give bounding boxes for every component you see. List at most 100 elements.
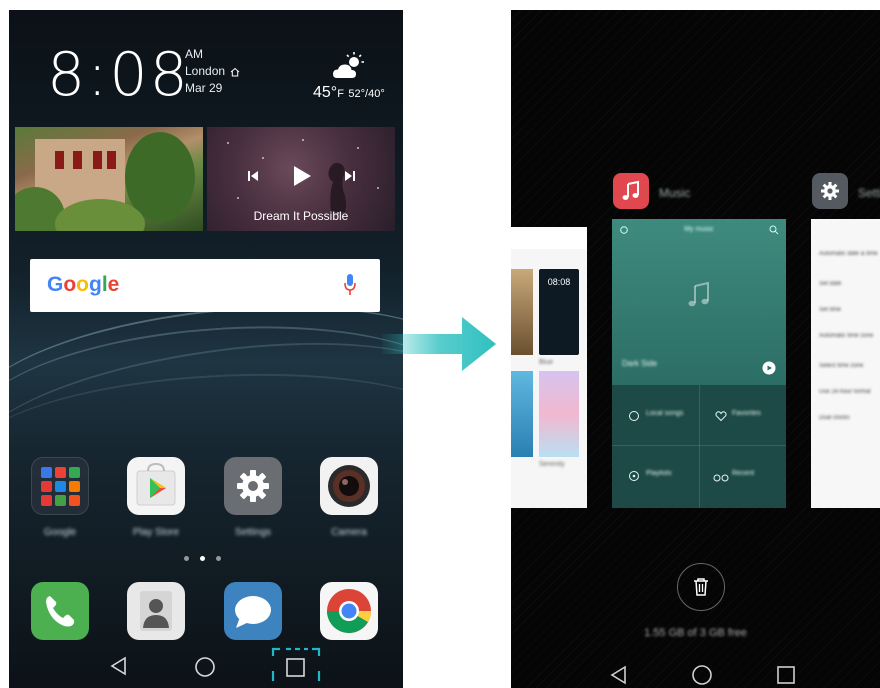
previous-icon[interactable]: [247, 170, 259, 182]
star: [357, 147, 359, 149]
theme-thumb-sky: [511, 371, 533, 457]
settings-row: Set date: [819, 281, 842, 287]
home-button-icon[interactable]: [194, 656, 216, 678]
weather-range: 52°/40°: [348, 88, 385, 100]
settings-row: Select time zone: [819, 363, 864, 369]
app-label-settings: Settings: [234, 527, 272, 538]
recent-apps-icon[interactable]: [777, 666, 795, 684]
play-store-bag-icon: [136, 462, 176, 506]
clock-ampm: AM: [185, 47, 203, 61]
navigation-bar: [9, 644, 403, 688]
home-screen: 8:08 AM London Mar 29 45°F 52°/40° Dream…: [9, 10, 403, 688]
trash-icon: [694, 578, 708, 596]
weather-temp-value: 45°: [313, 84, 338, 101]
star: [302, 139, 304, 141]
clock-date: Mar 29: [185, 81, 223, 95]
playlists-icon[interactable]: [628, 470, 640, 482]
app-label-google: Google: [43, 527, 77, 538]
page-indicator[interactable]: [184, 556, 221, 561]
menu-playlists[interactable]: Playlists: [646, 470, 672, 477]
settings-app-icon[interactable]: [812, 173, 848, 209]
theme-label-serenity: Serenity: [539, 461, 565, 468]
gear-icon: [821, 182, 839, 200]
play-store-icon[interactable]: [127, 457, 185, 515]
clock-time[interactable]: 8:08: [47, 40, 190, 110]
settings-row: Use 24-hour format: [819, 389, 871, 395]
mic-icon[interactable]: [344, 273, 356, 297]
page-dot-active[interactable]: [200, 556, 205, 561]
play-icon[interactable]: [762, 361, 776, 375]
chrome-icon: [327, 589, 371, 633]
recent-card-music[interactable]: My music Dark Side Local songs Favorites…: [612, 219, 786, 508]
transition-arrow: [382, 317, 496, 371]
home-button-icon[interactable]: [691, 664, 713, 686]
back-icon[interactable]: [109, 656, 129, 676]
app-label-camera: Camera: [331, 527, 367, 538]
theme-thumb-blue: 08:08: [539, 269, 579, 355]
contacts-app-icon[interactable]: [127, 582, 185, 640]
contacts-icon: [140, 591, 172, 631]
chrome-app-icon[interactable]: [320, 582, 378, 640]
recent-card-settings[interactable]: Automatic date & time Set date Set time …: [811, 219, 880, 508]
star: [262, 157, 264, 159]
google-folder-icon[interactable]: [31, 457, 89, 515]
music-menu: Local songs Favorites Playlists Recent: [612, 385, 786, 508]
photo-widget[interactable]: [15, 127, 203, 231]
page-dot[interactable]: [184, 556, 189, 561]
messages-icon: [235, 596, 271, 628]
phone-app-icon[interactable]: [31, 582, 89, 640]
music-note-icon: [688, 281, 709, 307]
theme-thumb-gold: [511, 269, 533, 355]
nebula-pillar: [328, 162, 346, 212]
theme-label-blue: Blue: [539, 359, 554, 366]
song-title: Dream It Possible: [253, 209, 349, 223]
photo-window: [73, 151, 82, 169]
settings-row: Automatic time zone: [819, 333, 874, 339]
play-icon[interactable]: [291, 165, 313, 187]
clock-city: London: [185, 64, 226, 78]
menu-local-songs[interactable]: Local songs: [646, 410, 683, 417]
theme-thumb-serenity: [539, 371, 579, 457]
music-card-title: Music: [659, 186, 691, 200]
divider: [699, 385, 700, 508]
camera-icon: [328, 465, 370, 507]
recent-apps-icon[interactable]: [271, 647, 321, 685]
menu-recent[interactable]: Recent: [732, 470, 754, 477]
memory-status: 1.55 GB of 3 GB free: [644, 627, 747, 639]
music-card-header: My music: [684, 226, 714, 233]
weather-unit: F: [337, 88, 344, 100]
back-icon[interactable]: [609, 665, 629, 685]
photo-window: [93, 151, 102, 169]
gear-icon: [237, 470, 269, 502]
home-icon: [230, 67, 240, 76]
favorites-icon[interactable]: [715, 410, 727, 422]
camera-app-icon[interactable]: [320, 457, 378, 515]
recents-screen: 08:08 Blue Serenity Music My music Dark: [511, 10, 880, 688]
google-search-bar[interactable]: Google: [30, 259, 380, 312]
messages-app-icon[interactable]: [224, 582, 282, 640]
next-icon[interactable]: [344, 170, 356, 182]
clear-all-button[interactable]: [677, 563, 725, 611]
settings-row: Dual clocks: [819, 415, 850, 421]
recent-icon[interactable]: [713, 470, 729, 482]
card-header: [511, 227, 587, 249]
clock-city-row: London: [185, 63, 240, 80]
google-logo: Google: [47, 273, 120, 296]
music-app-icon[interactable]: [613, 173, 649, 209]
settings-app-icon[interactable]: [224, 457, 282, 515]
star: [237, 197, 239, 199]
search-icon[interactable]: [769, 225, 779, 235]
theme-thumb-time: 08:08: [547, 277, 571, 287]
page-dot[interactable]: [216, 556, 221, 561]
star: [227, 142, 229, 144]
local-songs-icon[interactable]: [628, 410, 640, 422]
menu-favorites[interactable]: Favorites: [732, 410, 761, 417]
photo-window: [55, 151, 64, 169]
music-track-name: Dark Side: [622, 359, 658, 368]
photo-window: [107, 151, 116, 169]
settings-card-title: Settings: [858, 186, 880, 200]
music-widget[interactable]: Dream It Possible: [207, 127, 395, 231]
recent-card-themes[interactable]: 08:08 Blue Serenity: [511, 227, 587, 508]
weather-temperature: 45°F 52°/40°: [313, 84, 385, 102]
partly-cloudy-icon[interactable]: [330, 50, 366, 84]
